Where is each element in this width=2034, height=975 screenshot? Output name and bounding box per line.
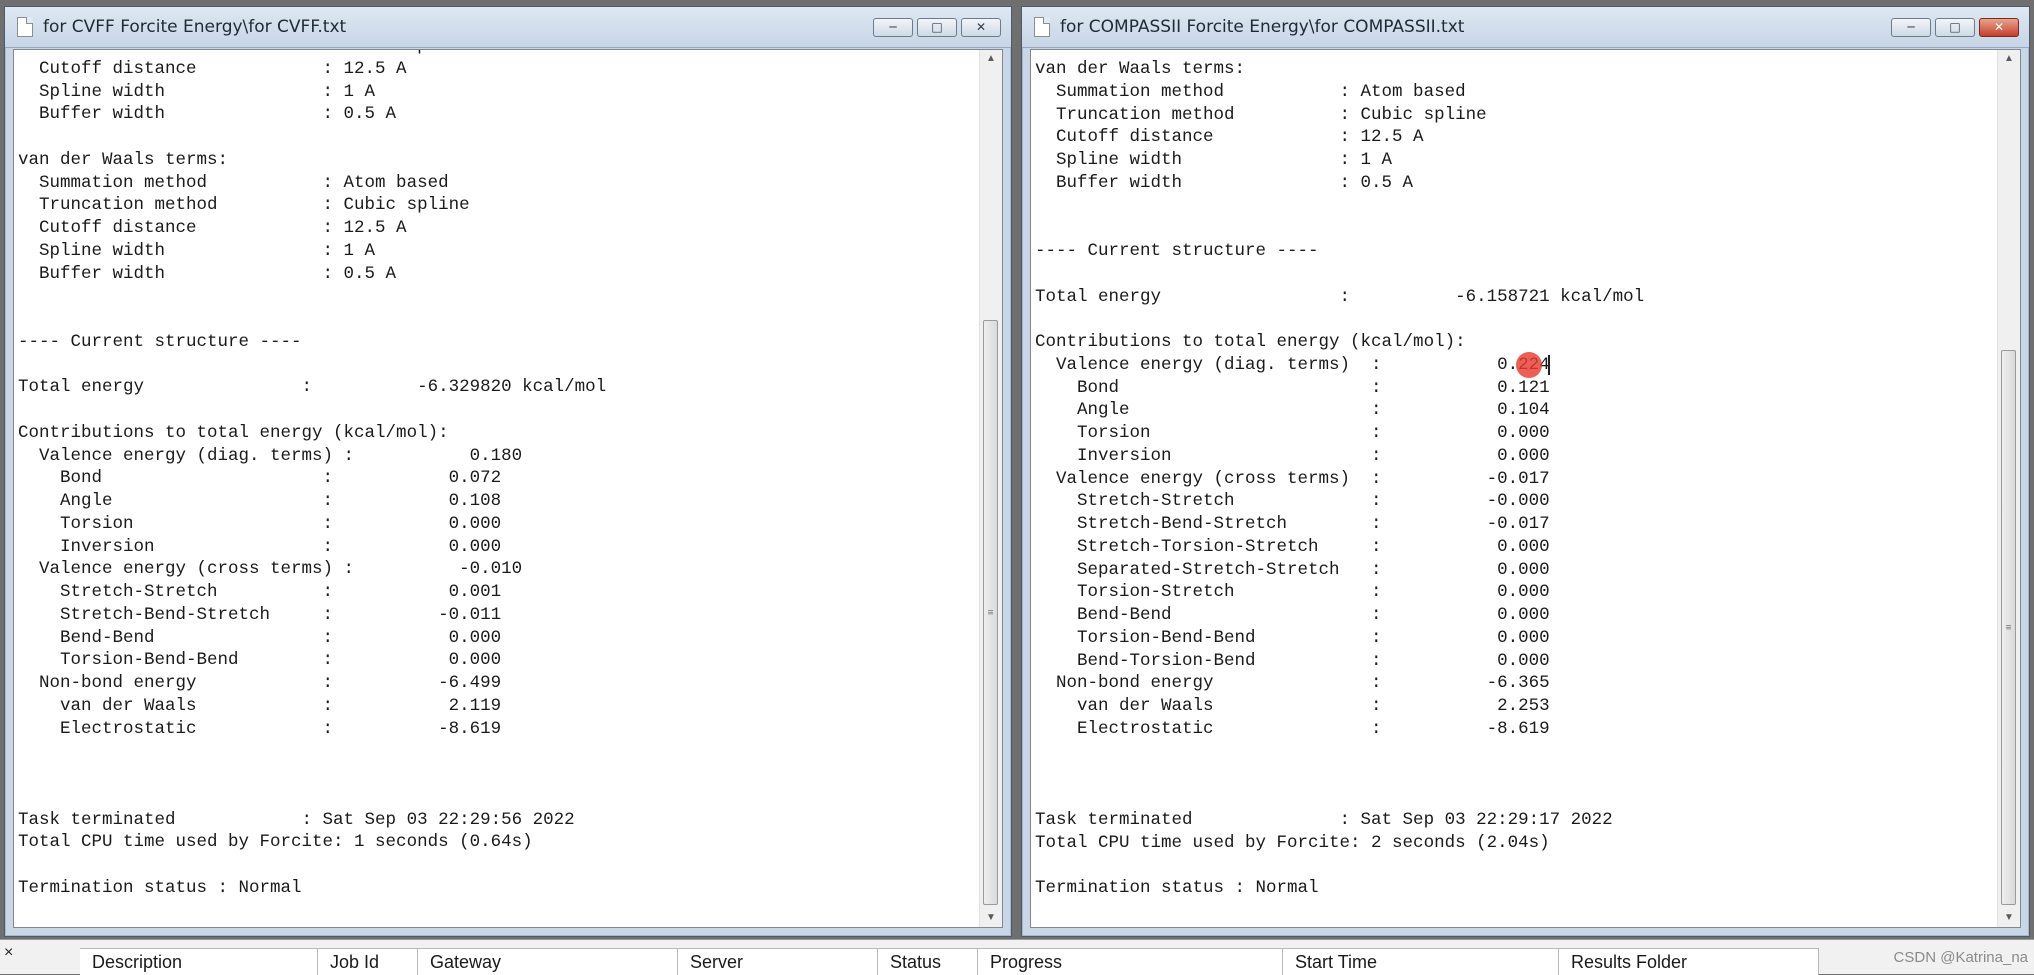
scroll-down-arrow-icon[interactable]: ▼ [980, 909, 1002, 927]
column-header-progress[interactable]: Progress [978, 949, 1283, 975]
scroll-thumb[interactable]: ≡ [2001, 350, 2016, 905]
column-header-gateway[interactable]: Gateway [418, 949, 678, 975]
grip-icon: ≡ [2005, 622, 2012, 633]
close-button[interactable]: ✕ [1979, 18, 2019, 37]
grip-icon: ≡ [987, 607, 994, 618]
window-title: for COMPASSII Forcite Energy\for COMPASS… [1060, 17, 1465, 37]
job-table-header: Description Job Id Gateway Server Status… [80, 948, 1819, 975]
watermark: CSDN @Katrina_na [1893, 949, 2028, 966]
scroll-thumb[interactable]: ≡ [983, 320, 998, 905]
output-text: van der Waals terms: Summation method : … [1035, 59, 1645, 898]
text-area[interactable]: Truncation method : Cubic spline Cutoff … [13, 49, 1003, 928]
scroll-up-arrow-icon[interactable]: ▲ [980, 50, 1002, 68]
title-bar[interactable]: for COMPASSII Forcite Energy\for COMPASS… [1022, 7, 2029, 48]
column-header-job-id[interactable]: Job Id [318, 949, 418, 975]
column-header-status[interactable]: Status [878, 949, 978, 975]
text-cursor [1548, 355, 1550, 375]
maximize-button[interactable]: □ [917, 18, 957, 37]
compassii-output-window[interactable]: for COMPASSII Forcite Energy\for COMPASS… [1021, 6, 2030, 937]
vertical-scrollbar[interactable]: ▲ ≡ ▼ [979, 50, 1002, 927]
output-text: Truncation method : Cubic spline Cutoff … [18, 50, 607, 898]
scroll-up-arrow-icon[interactable]: ▲ [1998, 50, 2020, 68]
vertical-scrollbar[interactable]: ▲ ≡ ▼ [1997, 50, 2020, 927]
minimize-button[interactable]: ─ [873, 18, 913, 37]
text-area[interactable]: van der Waals terms: Summation method : … [1030, 49, 2021, 928]
close-button[interactable]: ✕ [961, 18, 1001, 37]
column-header-description[interactable]: Description [80, 949, 318, 975]
window-title: for CVFF Forcite Energy\for CVFF.txt [43, 17, 347, 37]
mouse-cursor-highlight [1516, 352, 1542, 378]
maximize-button[interactable]: □ [1935, 18, 1975, 37]
minimize-button[interactable]: ─ [1891, 18, 1931, 37]
scroll-down-arrow-icon[interactable]: ▼ [1998, 909, 2020, 927]
text-document-icon [17, 17, 33, 37]
text-content: van der Waals terms: Summation method : … [1035, 50, 1996, 927]
column-header-results-folder[interactable]: Results Folder [1559, 949, 1819, 975]
close-icon[interactable]: × [4, 944, 13, 962]
column-header-server[interactable]: Server [678, 949, 878, 975]
text-content: Truncation method : Cubic spline Cutoff … [18, 50, 978, 927]
title-bar[interactable]: for CVFF Forcite Energy\for CVFF.txt ─ □… [5, 7, 1011, 48]
column-header-start-time[interactable]: Start Time [1283, 949, 1559, 975]
job-explorer-panel: × Description Job Id Gateway Server Stat… [0, 939, 2034, 975]
text-document-icon [1034, 17, 1050, 37]
cvff-output-window[interactable]: for CVFF Forcite Energy\for CVFF.txt ─ □… [4, 6, 1012, 937]
